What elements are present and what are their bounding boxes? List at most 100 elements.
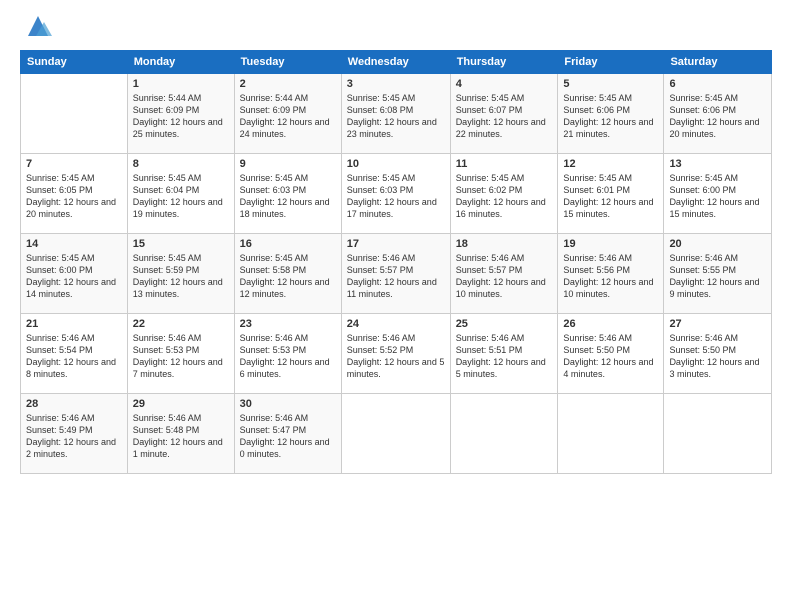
day-info: Sunrise: 5:45 AMSunset: 6:05 PMDaylight:… [26,172,122,221]
logo-icon [24,12,52,40]
day-info: Sunrise: 5:46 AMSunset: 5:51 PMDaylight:… [456,332,553,381]
day-info: Sunrise: 5:45 AMSunset: 6:02 PMDaylight:… [456,172,553,221]
day-info: Sunrise: 5:45 AMSunset: 5:58 PMDaylight:… [240,252,336,301]
day-number: 17 [347,238,445,250]
day-number: 13 [669,158,766,170]
day-info: Sunrise: 5:44 AMSunset: 6:09 PMDaylight:… [133,92,229,141]
day-number: 11 [456,158,553,170]
day-number: 8 [133,158,229,170]
day-info: Sunrise: 5:46 AMSunset: 5:52 PMDaylight:… [347,332,445,381]
calendar-cell: 21 Sunrise: 5:46 AMSunset: 5:54 PMDayligh… [21,314,128,394]
day-info: Sunrise: 5:45 AMSunset: 6:03 PMDaylight:… [240,172,336,221]
calendar-cell [558,394,664,474]
day-number: 2 [240,78,336,90]
calendar-cell: 6 Sunrise: 5:45 AMSunset: 6:06 PMDaylight… [664,74,772,154]
calendar-cell: 19 Sunrise: 5:46 AMSunset: 5:56 PMDayligh… [558,234,664,314]
weekday-header-saturday: Saturday [664,51,772,74]
calendar-cell: 15 Sunrise: 5:45 AMSunset: 5:59 PMDayligh… [127,234,234,314]
calendar-cell: 24 Sunrise: 5:46 AMSunset: 5:52 PMDayligh… [341,314,450,394]
calendar-week-3: 14 Sunrise: 5:45 AMSunset: 6:00 PMDayligh… [21,234,772,314]
day-info: Sunrise: 5:45 AMSunset: 6:08 PMDaylight:… [347,92,445,141]
calendar-cell: 26 Sunrise: 5:46 AMSunset: 5:50 PMDayligh… [558,314,664,394]
calendar-cell: 12Sunrise: 5:45 AMSunset: 6:01 PMDayligh… [558,154,664,234]
calendar-cell: 13 Sunrise: 5:45 AMSunset: 6:00 PMDayligh… [664,154,772,234]
day-number: 16 [240,238,336,250]
day-number: 15 [133,238,229,250]
day-number: 5 [563,78,658,90]
weekday-header-thursday: Thursday [450,51,558,74]
calendar-cell: 17 Sunrise: 5:46 AMSunset: 5:57 PMDayligh… [341,234,450,314]
day-number: 28 [26,398,122,410]
day-number: 25 [456,318,553,330]
day-info: Sunrise: 5:46 AMSunset: 5:54 PMDaylight:… [26,332,122,381]
day-number: 6 [669,78,766,90]
day-info: Sunrise: 5:45 AMSunset: 6:00 PMDaylight:… [26,252,122,301]
calendar-cell: 1 Sunrise: 5:44 AMSunset: 6:09 PMDaylight… [127,74,234,154]
calendar-cell: 16 Sunrise: 5:45 AMSunset: 5:58 PMDayligh… [234,234,341,314]
weekday-row: SundayMondayTuesdayWednesdayThursdayFrid… [21,51,772,74]
weekday-header-sunday: Sunday [21,51,128,74]
calendar-cell: 20Sunrise: 5:46 AMSunset: 5:55 PMDayligh… [664,234,772,314]
calendar-cell: 11 Sunrise: 5:45 AMSunset: 6:02 PMDayligh… [450,154,558,234]
day-info: Sunrise: 5:45 AMSunset: 6:06 PMDaylight:… [563,92,658,141]
calendar-header: SundayMondayTuesdayWednesdayThursdayFrid… [21,51,772,74]
day-info: Sunrise: 5:45 AMSunset: 5:59 PMDaylight:… [133,252,229,301]
calendar-cell: 27Sunrise: 5:46 AMSunset: 5:50 PMDayligh… [664,314,772,394]
calendar-cell: 3Sunrise: 5:45 AMSunset: 6:08 PMDaylight… [341,74,450,154]
calendar-cell: 8 Sunrise: 5:45 AMSunset: 6:04 PMDaylight… [127,154,234,234]
day-number: 4 [456,78,553,90]
calendar-week-5: 28 Sunrise: 5:46 AMSunset: 5:49 PMDayligh… [21,394,772,474]
day-info: Sunrise: 5:46 AMSunset: 5:57 PMDaylight:… [347,252,445,301]
calendar-cell: 10Sunrise: 5:45 AMSunset: 6:03 PMDayligh… [341,154,450,234]
calendar-cell [21,74,128,154]
day-info: Sunrise: 5:45 AMSunset: 6:04 PMDaylight:… [133,172,229,221]
day-info: Sunrise: 5:46 AMSunset: 5:50 PMDaylight:… [563,332,658,381]
day-number: 27 [669,318,766,330]
calendar-cell: 29Sunrise: 5:46 AMSunset: 5:48 PMDayligh… [127,394,234,474]
day-number: 18 [456,238,553,250]
day-info: Sunrise: 5:46 AMSunset: 5:53 PMDaylight:… [240,332,336,381]
day-number: 26 [563,318,658,330]
calendar-cell: 30Sunrise: 5:46 AMSunset: 5:47 PMDayligh… [234,394,341,474]
calendar-week-2: 7 Sunrise: 5:45 AMSunset: 6:05 PMDaylight… [21,154,772,234]
day-number: 21 [26,318,122,330]
calendar-cell [341,394,450,474]
logo [20,16,52,40]
calendar-cell: 4 Sunrise: 5:45 AMSunset: 6:07 PMDaylight… [450,74,558,154]
calendar-cell: 2 Sunrise: 5:44 AMSunset: 6:09 PMDaylight… [234,74,341,154]
calendar-cell: 23 Sunrise: 5:46 AMSunset: 5:53 PMDayligh… [234,314,341,394]
day-info: Sunrise: 5:45 AMSunset: 6:07 PMDaylight:… [456,92,553,141]
day-number: 24 [347,318,445,330]
calendar-cell: 22Sunrise: 5:46 AMSunset: 5:53 PMDayligh… [127,314,234,394]
calendar-week-1: 1 Sunrise: 5:44 AMSunset: 6:09 PMDaylight… [21,74,772,154]
day-number: 20 [669,238,766,250]
day-number: 14 [26,238,122,250]
calendar-cell: 14 Sunrise: 5:45 AMSunset: 6:00 PMDayligh… [21,234,128,314]
weekday-header-friday: Friday [558,51,664,74]
day-number: 1 [133,78,229,90]
day-number: 29 [133,398,229,410]
day-info: Sunrise: 5:45 AMSunset: 6:00 PMDaylight:… [669,172,766,221]
day-info: Sunrise: 5:44 AMSunset: 6:09 PMDaylight:… [240,92,336,141]
day-info: Sunrise: 5:46 AMSunset: 5:56 PMDaylight:… [563,252,658,301]
day-info: Sunrise: 5:46 AMSunset: 5:49 PMDaylight:… [26,412,122,461]
calendar-cell [450,394,558,474]
weekday-header-tuesday: Tuesday [234,51,341,74]
calendar-cell [664,394,772,474]
day-info: Sunrise: 5:45 AMSunset: 6:06 PMDaylight:… [669,92,766,141]
day-number: 9 [240,158,336,170]
day-info: Sunrise: 5:46 AMSunset: 5:53 PMDaylight:… [133,332,229,381]
calendar-week-4: 21 Sunrise: 5:46 AMSunset: 5:54 PMDayligh… [21,314,772,394]
page: SundayMondayTuesdayWednesdayThursdayFrid… [0,0,792,612]
calendar-cell: 18 Sunrise: 5:46 AMSunset: 5:57 PMDayligh… [450,234,558,314]
calendar-cell: 5 Sunrise: 5:45 AMSunset: 6:06 PMDaylight… [558,74,664,154]
calendar-cell: 25 Sunrise: 5:46 AMSunset: 5:51 PMDayligh… [450,314,558,394]
day-number: 30 [240,398,336,410]
day-number: 12 [563,158,658,170]
calendar-cell: 7 Sunrise: 5:45 AMSunset: 6:05 PMDaylight… [21,154,128,234]
day-number: 10 [347,158,445,170]
day-number: 19 [563,238,658,250]
day-info: Sunrise: 5:46 AMSunset: 5:57 PMDaylight:… [456,252,553,301]
day-number: 7 [26,158,122,170]
day-number: 23 [240,318,336,330]
